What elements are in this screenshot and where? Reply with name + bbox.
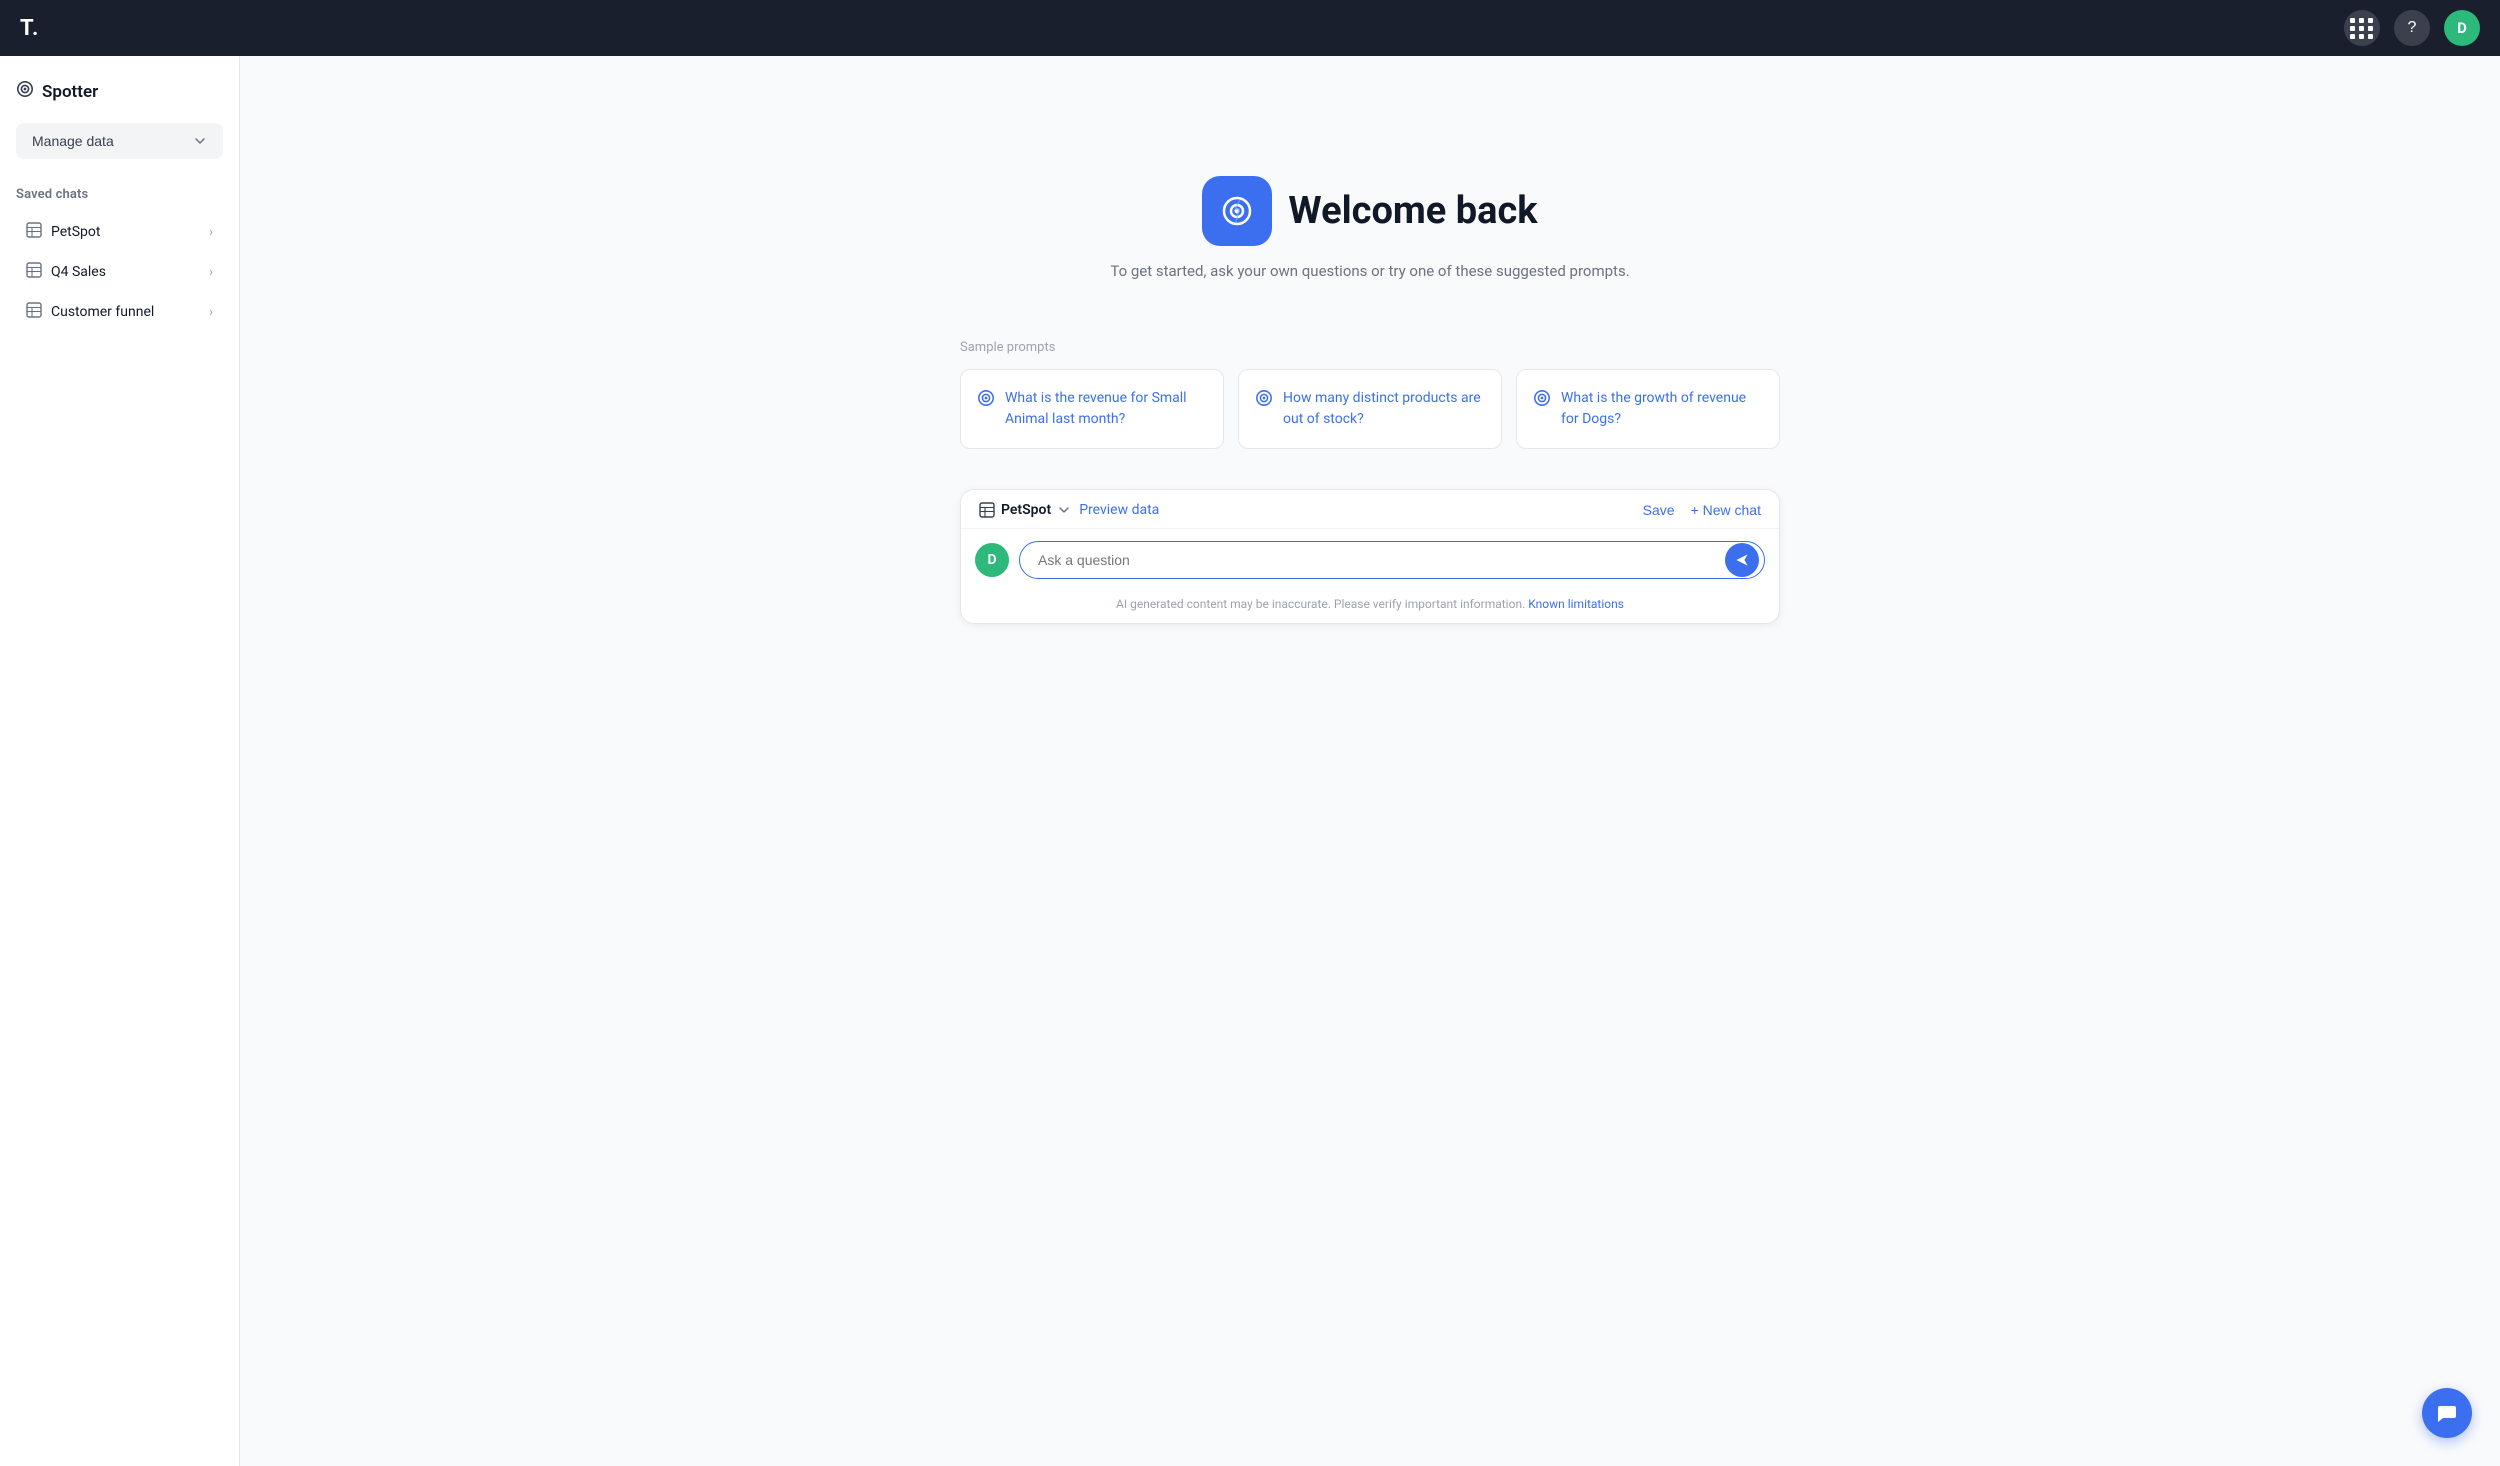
chat-input-header-right: Save + New chat (1643, 502, 1761, 518)
welcome-title: Welcome back (1288, 189, 1537, 233)
save-button[interactable]: Save (1643, 502, 1675, 518)
sample-prompts-grid: What is the revenue for Small Animal las… (960, 369, 1780, 449)
chat-input-body: D (961, 529, 1779, 591)
spotter-app-icon (1202, 176, 1272, 246)
known-limitations-link[interactable]: Known limitations (1528, 597, 1624, 611)
help-icon-button[interactable]: ? (2394, 10, 2430, 46)
chat-bubble-icon (2436, 1402, 2458, 1424)
send-icon (1734, 552, 1750, 568)
dataset-selector[interactable]: PetSpot (979, 502, 1071, 518)
send-button[interactable] (1725, 543, 1759, 577)
prompt-text-2: How many distinct products are out of st… (1283, 388, 1485, 430)
chat-footer-note: AI generated content may be inaccurate. … (961, 591, 1779, 623)
chat-input-container: PetSpot Preview data Save + New chat D (960, 489, 1780, 624)
prompt-text-3: What is the growth of revenue for Dogs? (1561, 388, 1763, 430)
main-content: Welcome back To get started, ask your ow… (240, 56, 2500, 1466)
chat-input-wrapper (1019, 541, 1765, 579)
user-avatar[interactable]: D (2444, 10, 2480, 46)
dataset-chevron-down-icon (1057, 503, 1071, 517)
prompt-icon-2 (1255, 389, 1273, 412)
sample-prompt-2[interactable]: How many distinct products are out of st… (1238, 369, 1502, 449)
chat-text-input[interactable] (1019, 541, 1765, 579)
table-icon-petspot (26, 222, 42, 242)
sidebar-chat-label-q4sales: Q4 Sales (51, 264, 106, 280)
app-logo: T. (20, 16, 39, 41)
manage-data-label: Manage data (32, 133, 114, 149)
prompt-icon-3 (1533, 389, 1551, 412)
prompt-text-1: What is the revenue for Small Animal las… (1005, 388, 1207, 430)
chat-input-header-left: PetSpot Preview data (979, 502, 1159, 518)
preview-data-link[interactable]: Preview data (1079, 502, 1159, 518)
sidebar-chat-label-petspot: PetSpot (51, 224, 101, 240)
topnav: T. ? D (0, 0, 2500, 56)
chevron-right-icon-funnel: › (209, 305, 213, 320)
sidebar-app-name: Spotter (16, 80, 223, 103)
sidebar-item-q4sales[interactable]: Q4 Sales › (16, 252, 223, 292)
saved-chats-section-title: Saved chats (16, 187, 223, 202)
chat-user-avatar: D (975, 543, 1009, 577)
prompt-icon-1 (977, 389, 995, 412)
topnav-actions: ? D (2344, 10, 2480, 46)
sample-prompt-3[interactable]: What is the growth of revenue for Dogs? (1516, 369, 1780, 449)
new-chat-button[interactable]: + New chat (1691, 502, 1761, 518)
grid-icon-button[interactable] (2344, 10, 2380, 46)
sidebar-chat-label-funnel: Customer funnel (51, 304, 154, 320)
app-layout: Spotter Manage data Saved chats PetSp (0, 56, 2500, 1466)
chevron-down-icon (193, 134, 207, 148)
question-mark-icon: ? (2408, 19, 2417, 37)
dataset-table-icon (979, 502, 995, 518)
table-icon-q4sales (26, 262, 42, 282)
grid-icon (2350, 18, 2374, 39)
welcome-title-row: Welcome back (1202, 176, 1537, 246)
manage-data-button[interactable]: Manage data (16, 123, 223, 159)
sample-prompt-1[interactable]: What is the revenue for Small Animal las… (960, 369, 1224, 449)
sample-prompts-section: Sample prompts What is the revenue for S… (960, 340, 1780, 624)
chevron-right-icon-q4: › (209, 265, 213, 280)
chat-input-header: PetSpot Preview data Save + New chat (961, 490, 1779, 529)
floating-chat-button[interactable] (2422, 1388, 2472, 1438)
sidebar-item-customer-funnel[interactable]: Customer funnel › (16, 292, 223, 332)
welcome-subtitle: To get started, ask your own questions o… (1110, 262, 1629, 280)
sidebar-item-petspot[interactable]: PetSpot › (16, 212, 223, 252)
table-icon-funnel (26, 302, 42, 322)
sidebar: Spotter Manage data Saved chats PetSp (0, 56, 240, 1466)
dataset-label: PetSpot (1001, 502, 1051, 518)
footer-note-text: AI generated content may be inaccurate. … (1116, 597, 1525, 611)
sidebar-app-label: Spotter (42, 82, 98, 102)
welcome-section: Welcome back To get started, ask your ow… (1110, 176, 1629, 280)
spotter-icon (16, 80, 34, 103)
chevron-right-icon: › (209, 225, 213, 240)
sample-prompts-label: Sample prompts (960, 340, 1780, 355)
